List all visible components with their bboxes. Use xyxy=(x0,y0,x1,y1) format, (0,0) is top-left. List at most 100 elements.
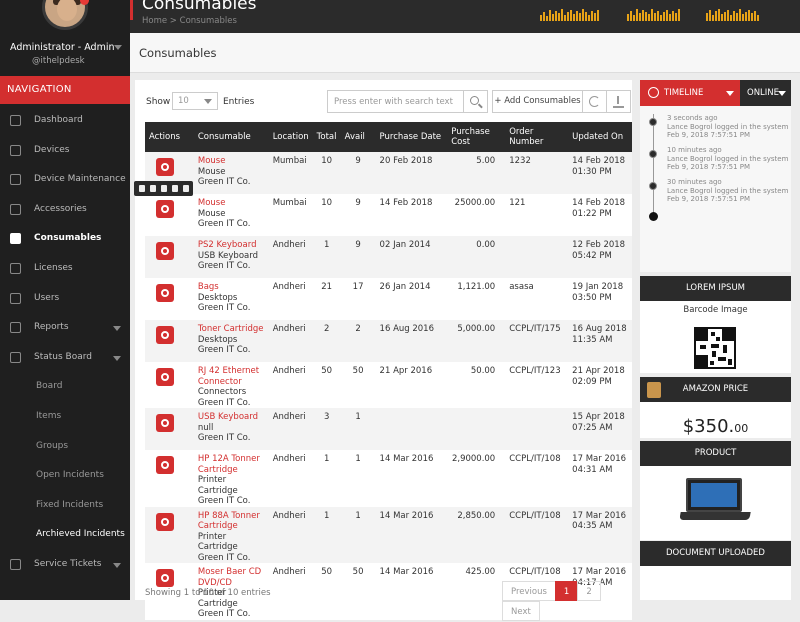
purchase-date-cell xyxy=(376,408,448,450)
timeline-end-icon[interactable] xyxy=(649,212,658,221)
timeline-ago: 3 seconds ago xyxy=(667,114,718,122)
tab-online[interactable]: ONLINE xyxy=(740,80,791,106)
gear-icon[interactable] xyxy=(156,242,174,260)
column-header[interactable]: Avail xyxy=(341,122,376,152)
barcode-label: Barcode Image xyxy=(683,305,748,315)
location-cell: Andheri xyxy=(272,454,306,464)
column-header[interactable]: Total xyxy=(313,122,341,152)
column-header[interactable]: Purchase Cost xyxy=(447,122,505,152)
total-cell: 50 xyxy=(321,366,333,376)
consumable-link[interactable]: USB Keyboard xyxy=(198,412,265,423)
timeline-entry[interactable]: 10 minutes ago Lance Bogrol logged in the… xyxy=(667,146,789,172)
gear-icon[interactable] xyxy=(156,414,174,432)
sidebar-item-accessories[interactable]: Accessories xyxy=(0,195,130,225)
sidebar-item-device-maintenance[interactable]: Device Maintenance xyxy=(0,165,130,195)
breadcrumb[interactable]: Home > Consumables xyxy=(142,16,237,26)
gear-icon[interactable] xyxy=(156,326,174,344)
timeline-ago: 30 minutes ago xyxy=(667,178,722,186)
order-number-cell: CCPL/IT/108 xyxy=(509,454,561,464)
sidebar-item-archieved-incidents[interactable]: Archieved Incidents xyxy=(0,520,130,550)
consumable-link[interactable]: PS2 Keyboard xyxy=(198,240,265,251)
chevron-down-icon xyxy=(113,562,121,568)
updated-cell: 17 Mar 2016 04:31 AM xyxy=(568,450,632,507)
sidebar-item-open-incidents[interactable]: Open Incidents xyxy=(0,461,130,491)
table-row[interactable]: Toner Cartridge Desktops Green IT Co. Andhe… xyxy=(145,320,632,362)
sidebar-item-service-tickets[interactable]: Service Tickets xyxy=(0,550,130,580)
sidebar-item-items[interactable]: Items xyxy=(0,402,130,432)
search-input[interactable]: Press enter with search text xyxy=(327,90,464,113)
location-cell: Andheri xyxy=(272,366,306,376)
gear-icon[interactable] xyxy=(156,200,174,218)
table-row[interactable]: Mouse Mouse Green IT Co. Mumbai 10 9 20 Feb 20… xyxy=(145,152,632,194)
add-consumables-button[interactable]: + Add Consumables xyxy=(492,90,583,113)
table-row[interactable]: Bags Desktops Green IT Co. Andheri 21 17 26 Ja… xyxy=(145,278,632,320)
next-button[interactable]: Next xyxy=(502,601,540,621)
undo-icon[interactable] xyxy=(172,185,178,192)
sidebar-item-groups[interactable]: Groups xyxy=(0,432,130,462)
gear-icon[interactable] xyxy=(156,158,174,176)
table-row[interactable]: USB Keyboard null Green IT Co. Andheri 3 1 15 … xyxy=(145,408,632,450)
sparkline-1 xyxy=(540,9,600,23)
consumable-type: null xyxy=(197,422,214,433)
column-header[interactable]: Actions xyxy=(145,122,194,152)
order-number-cell xyxy=(505,236,568,278)
page-button[interactable]: 1 xyxy=(554,581,579,601)
purchase-date-cell: 14 Mar 2016 xyxy=(379,567,434,577)
timeline-entry[interactable]: 30 minutes ago Lance Bogrol logged in the… xyxy=(667,178,789,204)
sidebar-item-fixed-incidents[interactable]: Fixed Incidents xyxy=(0,491,130,521)
timeline-entry[interactable]: 3 seconds ago Lance Bogrol logged in the … xyxy=(667,114,789,140)
copy-icon[interactable] xyxy=(150,185,156,192)
sidebar-item-devices[interactable]: Devices xyxy=(0,136,130,166)
column-header[interactable]: Location xyxy=(269,122,313,152)
updated-date: 16 Aug 2018 xyxy=(572,324,627,334)
table-row[interactable]: HP 88A Tonner Cartridge Printer Cartridge… xyxy=(145,506,632,563)
inbox-icon xyxy=(10,144,21,156)
column-header[interactable]: Consumable xyxy=(194,122,269,152)
gear-icon[interactable] xyxy=(156,512,174,531)
edit-icon[interactable] xyxy=(139,185,145,192)
user-menu[interactable]: Administrator - Admin xyxy=(10,42,122,53)
page-size-select[interactable]: 10 xyxy=(172,92,218,110)
order-number-cell: 121 xyxy=(509,198,526,208)
timeline-dot-icon xyxy=(649,150,657,158)
refresh-button[interactable] xyxy=(583,90,607,113)
consumable-link[interactable]: Mouse xyxy=(198,198,265,209)
actions-cell xyxy=(145,450,194,507)
timeline: 3 seconds ago Lance Bogrol logged in the … xyxy=(640,106,791,272)
search-button[interactable] xyxy=(464,90,488,113)
consumable-link[interactable]: Toner Cartridge xyxy=(198,324,265,335)
consumable-link[interactable]: RJ 42 Ethernet Connector xyxy=(198,366,265,387)
consumable-link[interactable]: Mouse xyxy=(198,156,265,167)
gear-icon[interactable] xyxy=(156,569,174,587)
table-row[interactable]: HP 12A Tonner Cartridge Printer Cartridge… xyxy=(145,450,632,507)
sidebar-item-users[interactable]: Users xyxy=(0,284,130,314)
page-button[interactable]: 2 xyxy=(577,581,601,601)
column-header[interactable]: Updated On xyxy=(568,122,632,152)
checkout-icon[interactable] xyxy=(183,185,189,192)
tab-timeline[interactable]: TIMELINE xyxy=(640,80,740,106)
sidebar-item-consumables[interactable]: Consumables xyxy=(0,224,130,254)
sidebar-item-reports[interactable]: Reports xyxy=(0,313,130,343)
gear-icon[interactable] xyxy=(156,456,174,474)
consumable-link[interactable]: HP 88A Tonner Cartridge xyxy=(198,511,265,532)
consumable-link[interactable]: Bags xyxy=(198,282,265,293)
table-row[interactable]: Mouse Mouse Green IT Co. Mumbai 10 9 14 Feb 20… xyxy=(145,194,632,236)
consumable-link[interactable]: Moser Baer CD DVD/CD xyxy=(198,567,265,588)
delete-icon[interactable] xyxy=(161,185,167,192)
table-row[interactable]: PS2 Keyboard USB Keyboard Green IT Co. Andh… xyxy=(145,236,632,278)
sidebar-item-licenses[interactable]: Licenses xyxy=(0,254,130,284)
column-header[interactable]: Order Number xyxy=(505,122,568,152)
previous-button[interactable]: Previous xyxy=(502,581,556,601)
table-row[interactable]: RJ 42 Ethernet Connector Connectors Green … xyxy=(145,362,632,408)
download-button[interactable] xyxy=(607,90,631,113)
consumable-link[interactable]: HP 12A Tonner Cartridge xyxy=(198,454,265,475)
sidebar-item-dashboard[interactable]: Dashboard xyxy=(0,106,130,136)
sidebar-item-status-board[interactable]: Status Board xyxy=(0,343,130,373)
gear-icon[interactable] xyxy=(156,368,174,386)
sidebar-item-board[interactable]: Board xyxy=(0,372,130,402)
location-cell: Andheri xyxy=(272,324,306,334)
avatar[interactable] xyxy=(42,0,88,30)
column-header[interactable]: Purchase Date xyxy=(376,122,448,152)
gear-icon[interactable] xyxy=(156,284,174,302)
entries-label: Entries xyxy=(223,97,255,107)
